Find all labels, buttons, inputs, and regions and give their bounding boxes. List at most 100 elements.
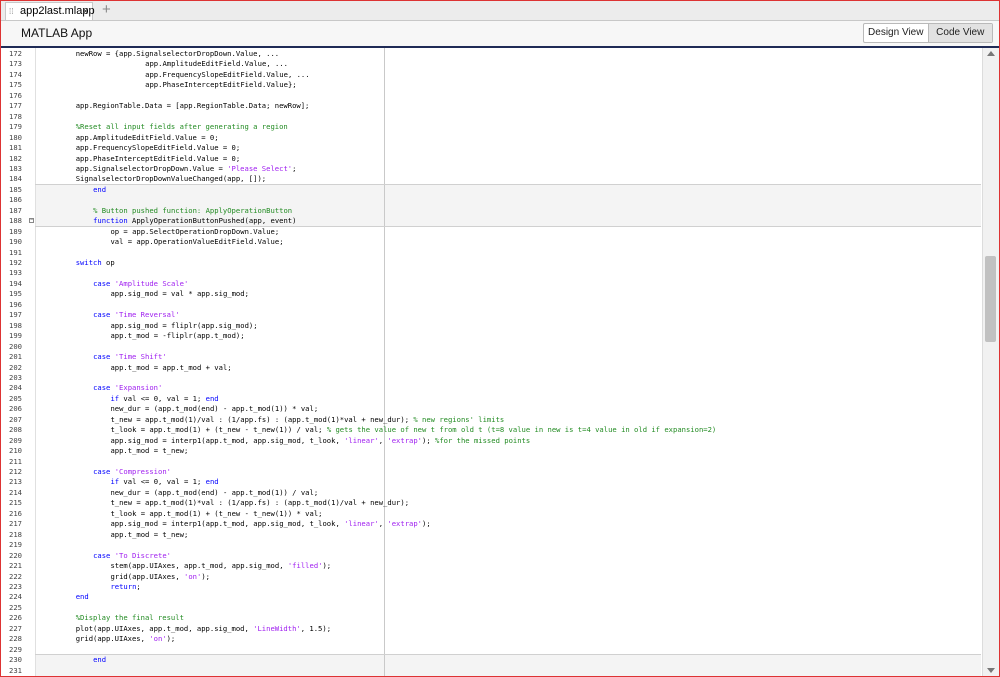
code-text: end <box>76 592 89 602</box>
code-line[interactable]: 228 grid(app.UIAxes, 'on'); <box>1 634 981 644</box>
code-line[interactable]: 206 new_dur = (app.t_mod(end) - app.t_mod… <box>1 404 981 414</box>
code-line[interactable]: 202 app.t_mod = app.t_mod + val; <box>1 363 981 373</box>
code-line[interactable]: 208 t_look = app.t_mod(1) + (t_new - t_ne… <box>1 425 981 435</box>
tab-app2last[interactable]: ⁞⁞ app2last.mlapp × <box>5 2 95 20</box>
code-line[interactable]: 195 app.sig_mod = val * app.sig_mod; <box>1 289 981 299</box>
code-line[interactable]: 230 end <box>1 655 981 665</box>
code-line[interactable]: 186 <box>1 195 981 205</box>
code-token: val <= 0, val = 1; <box>119 477 206 487</box>
scroll-up-icon[interactable] <box>987 51 995 56</box>
code-token: t_look = app.t_mod(1) + (t_new - t_new(1… <box>110 508 323 518</box>
code-line[interactable]: 209 app.sig_mod = interp1(app.t_mod, app.… <box>1 436 981 446</box>
code-line[interactable]: 180 app.AmplitudeEditField.Value = 0; <box>1 133 981 143</box>
code-line[interactable]: 189 op = app.SelectOperationDropDown.Valu… <box>1 227 981 237</box>
code-line[interactable]: 176 <box>1 91 981 101</box>
code-line[interactable]: 173 app.AmplitudeEditField.Value, ... <box>1 59 981 69</box>
code-line[interactable]: 198 app.sig_mod = fliplr(app.sig_mod); <box>1 321 981 331</box>
code-line[interactable]: 231 <box>1 666 981 676</box>
keyword-token: function <box>93 216 128 226</box>
code-line[interactable]: 214 new_dur = (app.t_mod(end) - app.t_mod… <box>1 488 981 498</box>
code-line[interactable]: 203 <box>1 373 981 383</box>
line-number: 196 <box>9 299 22 309</box>
string-token: 'Please Select' <box>227 163 293 173</box>
code-line[interactable]: 172 newRow = {app.SignalselectorDropDown.… <box>1 49 981 59</box>
code-line[interactable]: 221 stem(app.UIAxes, app.t_mod, app.sig_m… <box>1 561 981 571</box>
add-tab-icon[interactable]: + <box>102 1 111 18</box>
code-line[interactable]: 213 if val <= 0, val = 1; end <box>1 477 981 487</box>
code-line[interactable]: 218 app.t_mod = t_new; <box>1 530 981 540</box>
code-line[interactable]: 226 %Display the final result <box>1 613 981 623</box>
code-text: app.sig_mod = interp1(app.t_mod, app.sig… <box>110 519 430 529</box>
code-token: app.FrequencySlopeEditField.Value = 0; <box>75 143 241 153</box>
code-line[interactable]: 207 t_new = app.t_mod(1)/val : (1/app.fs)… <box>1 415 981 425</box>
code-line[interactable]: 188 − function ApplyOperationButtonPushed(… <box>1 216 981 226</box>
code-line[interactable]: 184 SignalselectorDropDownValueChanged(ap… <box>1 174 981 184</box>
keyword-token: if <box>110 477 120 487</box>
scroll-down-icon[interactable] <box>987 668 995 673</box>
app-header: MATLAB App Design View Code View <box>1 21 999 48</box>
code-line[interactable]: 201 case 'Time Shift' <box>1 352 981 362</box>
code-line[interactable]: 175 app.PhaseInterceptEditField.Value}; <box>1 80 981 90</box>
code-line[interactable]: 227 plot(app.UIAxes, app.t_mod, app.sig_m… <box>1 624 981 634</box>
code-token: val = app.OperationValueEditField.Value; <box>110 237 284 247</box>
comment-token: % new regions' limits <box>413 414 505 424</box>
code-line[interactable]: 183 app.SignalselectorDropDown.Value = 'P… <box>1 164 981 174</box>
code-line[interactable]: 222 grid(app.UIAxes, 'on'); <box>1 572 981 582</box>
code-line[interactable]: 191 <box>1 248 981 258</box>
code-line[interactable]: 219 <box>1 540 981 550</box>
code-text: case 'Compression' <box>93 467 171 477</box>
code-text: if val <= 0, val = 1; end <box>110 394 218 404</box>
design-view-button[interactable]: Design View <box>864 24 929 42</box>
code-line[interactable]: 225 <box>1 603 981 613</box>
code-text: app.sig_mod = fliplr(app.sig_mod); <box>110 321 257 331</box>
drag-grip-icon[interactable]: ⁞⁞ <box>9 8 13 16</box>
line-number: 224 <box>9 592 22 602</box>
code-line[interactable]: 205 if val <= 0, val = 1; end <box>1 394 981 404</box>
code-line[interactable]: 187 % Button pushed function: ApplyOperat… <box>1 206 981 216</box>
line-number: 206 <box>9 404 22 414</box>
code-line[interactable]: 215 t_new = app.t_mod(1)*val : (1/app.fs)… <box>1 498 981 508</box>
code-line[interactable]: 194 case 'Amplitude Scale' <box>1 279 981 289</box>
code-line[interactable]: 223 return; <box>1 582 981 592</box>
code-line[interactable]: 220 case 'To Discrete' <box>1 551 981 561</box>
code-line[interactable]: 197 case 'Time Reversal' <box>1 310 981 320</box>
code-line[interactable]: 179 %Reset all input fields after generat… <box>1 122 981 132</box>
code-line[interactable]: 216 t_look = app.t_mod(1) + (t_new - t_ne… <box>1 509 981 519</box>
code-line[interactable]: 182 app.PhaseInterceptEditField.Value = 0… <box>1 154 981 164</box>
code-line[interactable]: 204 case 'Expansion' <box>1 383 981 393</box>
code-token: ; <box>136 581 141 591</box>
code-line[interactable]: 217 app.sig_mod = interp1(app.t_mod, app.… <box>1 519 981 529</box>
code-view-button[interactable]: Code View <box>928 24 992 42</box>
line-number: 231 <box>9 665 22 675</box>
fold-toggle-icon[interactable]: − <box>29 218 34 224</box>
code-line[interactable]: 212 case 'Compression' <box>1 467 981 477</box>
code-text: function ApplyOperationButtonPushed(app,… <box>93 216 296 226</box>
code-line[interactable]: 210 app.t_mod = t_new; <box>1 446 981 456</box>
code-line[interactable]: 185 end <box>1 185 981 195</box>
code-line[interactable]: 190 val = app.OperationValueEditField.Val… <box>1 237 981 247</box>
line-number: 193 <box>9 268 22 278</box>
code-line[interactable]: 193 <box>1 268 981 278</box>
code-text: end <box>93 185 106 195</box>
line-number: 228 <box>9 634 22 644</box>
code-line[interactable]: 192 switch op <box>1 258 981 268</box>
code-line[interactable]: 224 end <box>1 592 981 602</box>
code-line[interactable]: 200 <box>1 342 981 352</box>
string-token: 'linear' <box>344 435 379 445</box>
code-line[interactable]: 211 <box>1 457 981 467</box>
code-line[interactable]: 181 app.FrequencySlopeEditField.Value = 0… <box>1 143 981 153</box>
code-line[interactable]: 199 app.t_mod = -fliplr(app.t_mod); <box>1 331 981 341</box>
code-line[interactable]: 229 <box>1 645 981 655</box>
line-number: 229 <box>9 644 22 654</box>
comment-token: % Button pushed function: ApplyOperation… <box>93 205 293 215</box>
code-editor[interactable]: 172 newRow = {app.SignalselectorDropDown.… <box>1 48 981 676</box>
scroll-thumb[interactable] <box>985 256 996 342</box>
code-line[interactable]: 174 app.FrequencySlopeEditField.Value, ..… <box>1 70 981 80</box>
code-line[interactable]: 177 app.RegionTable.Data = [app.RegionTab… <box>1 101 981 111</box>
vertical-scrollbar[interactable] <box>982 48 999 676</box>
code-line[interactable]: 178 <box>1 112 981 122</box>
code-line[interactable]: 196 <box>1 300 981 310</box>
code-token: newRow = {app.SignalselectorDropDown.Val… <box>75 49 280 58</box>
close-icon[interactable]: × <box>82 4 89 18</box>
code-text: app.AmplitudeEditField.Value, ... <box>145 59 288 69</box>
